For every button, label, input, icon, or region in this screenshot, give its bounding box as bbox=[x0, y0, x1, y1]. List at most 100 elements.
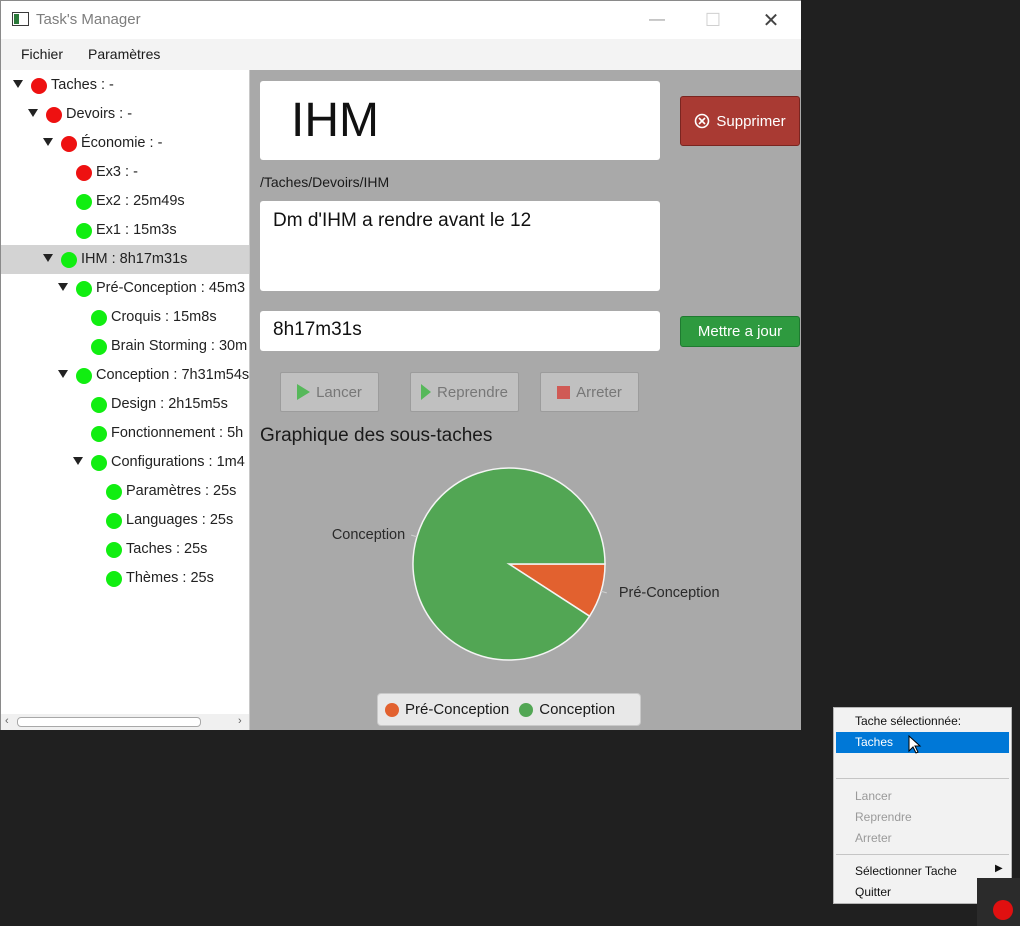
update-button[interactable]: Mettre a jour bbox=[680, 316, 800, 347]
context-menu-separator bbox=[836, 778, 1009, 779]
tree-node-label: Économie : - bbox=[81, 135, 163, 151]
minimize-icon[interactable]: — bbox=[628, 1, 686, 39]
expand-arrow-icon[interactable] bbox=[58, 370, 68, 378]
tree-node[interactable]: Design : 2h15m5s bbox=[1, 390, 249, 419]
tree-node[interactable]: Devoirs : - bbox=[1, 100, 249, 129]
play-icon bbox=[297, 384, 311, 400]
status-dot-icon bbox=[106, 484, 122, 500]
tree-node[interactable]: Ex1 : 15m3s bbox=[1, 216, 249, 245]
tree-node[interactable]: Taches : 25s bbox=[1, 535, 249, 564]
tree-node[interactable]: Conception : 7h31m54s bbox=[1, 361, 249, 390]
expand-arrow-icon[interactable] bbox=[28, 109, 38, 117]
resume-button-label: Reprendre bbox=[437, 383, 508, 401]
subtask-pie-chart: Pré-Conception Conception bbox=[332, 467, 720, 661]
task-detail-panel: IHM Supprimer /Taches/Devoirs/IHM Dm d'I… bbox=[250, 70, 801, 730]
legend-symbol-conception bbox=[519, 702, 534, 717]
pie-label-line bbox=[600, 590, 607, 594]
tree-node-label: Conception : 7h31m54s bbox=[96, 367, 250, 383]
resume-button[interactable]: Reprendre bbox=[410, 372, 519, 412]
legend-symbol-pre-conception bbox=[385, 702, 399, 717]
chart-legend: Pré-Conception Conception bbox=[377, 693, 641, 726]
task-path: /Taches/Devoirs/IHM bbox=[260, 174, 390, 190]
launch-button[interactable]: Lancer bbox=[280, 372, 379, 412]
status-dot-icon bbox=[91, 426, 107, 442]
tree-node[interactable]: IHM : 8h17m31s bbox=[1, 245, 249, 274]
context-menu-separator bbox=[836, 854, 1009, 855]
pie-slice-label: Pré-Conception bbox=[619, 585, 720, 601]
delete-icon bbox=[695, 113, 710, 129]
tree-node-label: Design : 2h15m5s bbox=[111, 396, 228, 412]
tree-node-label: Languages : 25s bbox=[126, 512, 234, 528]
tree-node[interactable]: Ex3 : - bbox=[1, 158, 249, 187]
delete-button-label: Supprimer bbox=[716, 112, 786, 130]
tree-node[interactable]: Brain Storming : 30m bbox=[1, 332, 249, 361]
tree-horizontal-scrollbar[interactable]: ‹ › bbox=[1, 714, 250, 730]
context-menu-selected-task[interactable]: Taches bbox=[836, 732, 1009, 753]
mouse-cursor-icon bbox=[908, 735, 922, 754]
stop-button-label: Arreter bbox=[576, 383, 622, 401]
status-dot-icon bbox=[91, 397, 107, 413]
context-menu-resume[interactable]: Reprendre bbox=[836, 807, 1009, 828]
window-title: Task's Manager bbox=[36, 11, 141, 28]
context-menu-stop[interactable]: Arreter bbox=[836, 828, 1009, 849]
expand-arrow-icon[interactable] bbox=[58, 283, 68, 291]
tree-node-label: Ex3 : - bbox=[96, 164, 138, 180]
tree-node-label: Croquis : 15m8s bbox=[111, 309, 217, 325]
status-dot-icon bbox=[91, 455, 107, 471]
scrollbar-thumb[interactable] bbox=[17, 717, 201, 727]
tree-node[interactable]: Paramètres : 25s bbox=[1, 477, 249, 506]
delete-button[interactable]: Supprimer bbox=[680, 96, 800, 146]
tree-node[interactable]: Pré-Conception : 45m3 bbox=[1, 274, 249, 303]
title-bar: Task's Manager — ☐ ✕ bbox=[1, 1, 801, 39]
tray-app-icon[interactable] bbox=[993, 900, 1013, 920]
tree-node-label: Ex1 : 15m3s bbox=[96, 222, 177, 238]
close-icon[interactable]: ✕ bbox=[742, 1, 800, 39]
pie-slice bbox=[412, 467, 606, 661]
status-dot-icon bbox=[91, 339, 107, 355]
tree-node-label: Thèmes : 25s bbox=[126, 570, 214, 586]
status-dot-icon bbox=[31, 78, 47, 94]
task-time-field[interactable]: 8h17m31s bbox=[260, 311, 660, 351]
task-description-field[interactable]: Dm d'IHM a rendre avant le 12 bbox=[260, 201, 660, 291]
tree-node-label: Pré-Conception : 45m3 bbox=[96, 280, 246, 296]
expand-arrow-icon[interactable] bbox=[13, 80, 23, 88]
tree-node[interactable]: Languages : 25s bbox=[1, 506, 249, 535]
tree-node[interactable]: Thèmes : 25s bbox=[1, 564, 249, 593]
status-dot-icon bbox=[76, 194, 92, 210]
context-menu-launch[interactable]: Lancer bbox=[836, 786, 1009, 807]
task-tree[interactable]: Taches : - Devoirs : - Économie : - Ex3 : -… bbox=[1, 70, 250, 715]
expand-arrow-icon[interactable] bbox=[73, 457, 83, 465]
tree-node-label: Configurations : 1m4 bbox=[111, 454, 245, 470]
tree-node[interactable]: Fonctionnement : 5h bbox=[1, 419, 249, 448]
status-dot-icon bbox=[61, 252, 77, 268]
tree-node-label: Taches : - bbox=[51, 77, 114, 93]
menu-parametres[interactable]: Paramètres bbox=[88, 46, 160, 62]
tree-node[interactable]: Configurations : 1m4 bbox=[1, 448, 249, 477]
status-dot-icon bbox=[106, 571, 122, 587]
tree-node[interactable]: Taches : - bbox=[1, 71, 249, 100]
stop-button[interactable]: Arreter bbox=[540, 372, 639, 412]
maximize-icon[interactable]: ☐ bbox=[684, 1, 742, 39]
launch-button-label: Lancer bbox=[316, 383, 362, 401]
tree-node-label: Paramètres : 25s bbox=[126, 483, 237, 499]
menu-bar: Fichier Paramètres bbox=[1, 39, 801, 70]
tree-node[interactable]: Économie : - bbox=[1, 129, 249, 158]
legend-label-conception: Conception bbox=[539, 701, 616, 718]
tree-node-label: Brain Storming : 30m bbox=[111, 338, 248, 354]
tree-node-label: Taches : 25s bbox=[126, 541, 208, 557]
status-dot-icon bbox=[106, 513, 122, 529]
tray-context-menu: Tache sélectionnée: Taches Lancer Repren… bbox=[833, 707, 1012, 904]
tree-node[interactable]: Ex2 : 25m49s bbox=[1, 187, 249, 216]
menu-fichier[interactable]: Fichier bbox=[21, 46, 63, 62]
status-dot-icon bbox=[76, 223, 92, 239]
scroll-right-icon[interactable]: › bbox=[238, 715, 242, 727]
expand-arrow-icon[interactable] bbox=[43, 254, 53, 262]
task-name-field[interactable]: IHM bbox=[260, 81, 660, 160]
scroll-left-icon[interactable]: ‹ bbox=[5, 715, 9, 727]
tree-node[interactable]: Croquis : 15m8s bbox=[1, 303, 249, 332]
play-icon bbox=[421, 384, 432, 400]
status-dot-icon bbox=[76, 368, 92, 384]
tree-node-label: Devoirs : - bbox=[66, 106, 133, 122]
app-window: Task's Manager — ☐ ✕ Fichier Paramètres … bbox=[0, 0, 801, 730]
expand-arrow-icon[interactable] bbox=[43, 138, 53, 146]
